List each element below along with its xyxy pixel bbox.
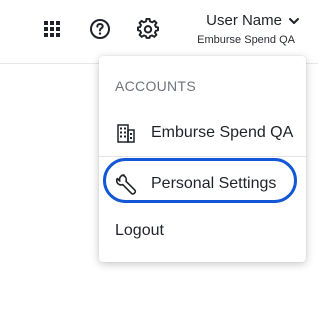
menu-item-label: Emburse Spend QA <box>151 124 294 141</box>
user-menu-trigger[interactable]: User Name Emburse Spend QA <box>197 12 300 46</box>
menu-item-label: Personal Settings <box>151 175 277 192</box>
menu-item-logout[interactable]: Logout <box>115 222 164 240</box>
chevron-down-icon <box>288 15 300 27</box>
wrench-icon <box>115 173 137 195</box>
menu-item-personal-settings[interactable]: Personal Settings <box>115 173 276 195</box>
menu-divider <box>99 156 306 157</box>
user-org-name: Emburse Spend QA <box>197 34 295 46</box>
menu-item-emburse-spend-qa[interactable]: Emburse Spend QA <box>115 122 293 144</box>
building-icon <box>115 122 137 144</box>
user-dropdown-menu: ACCOUNTS Emburse Spend QA Personal Setti… <box>99 56 306 262</box>
menu-item-label: Logout <box>115 222 164 239</box>
accounts-section-label: ACCOUNTS <box>115 78 196 94</box>
user-name: User Name <box>206 12 282 29</box>
gear-icon[interactable] <box>136 17 160 41</box>
top-header: User Name Emburse Spend QA <box>0 0 318 64</box>
help-circle-icon[interactable] <box>88 17 112 41</box>
grid-icon[interactable] <box>40 17 64 41</box>
